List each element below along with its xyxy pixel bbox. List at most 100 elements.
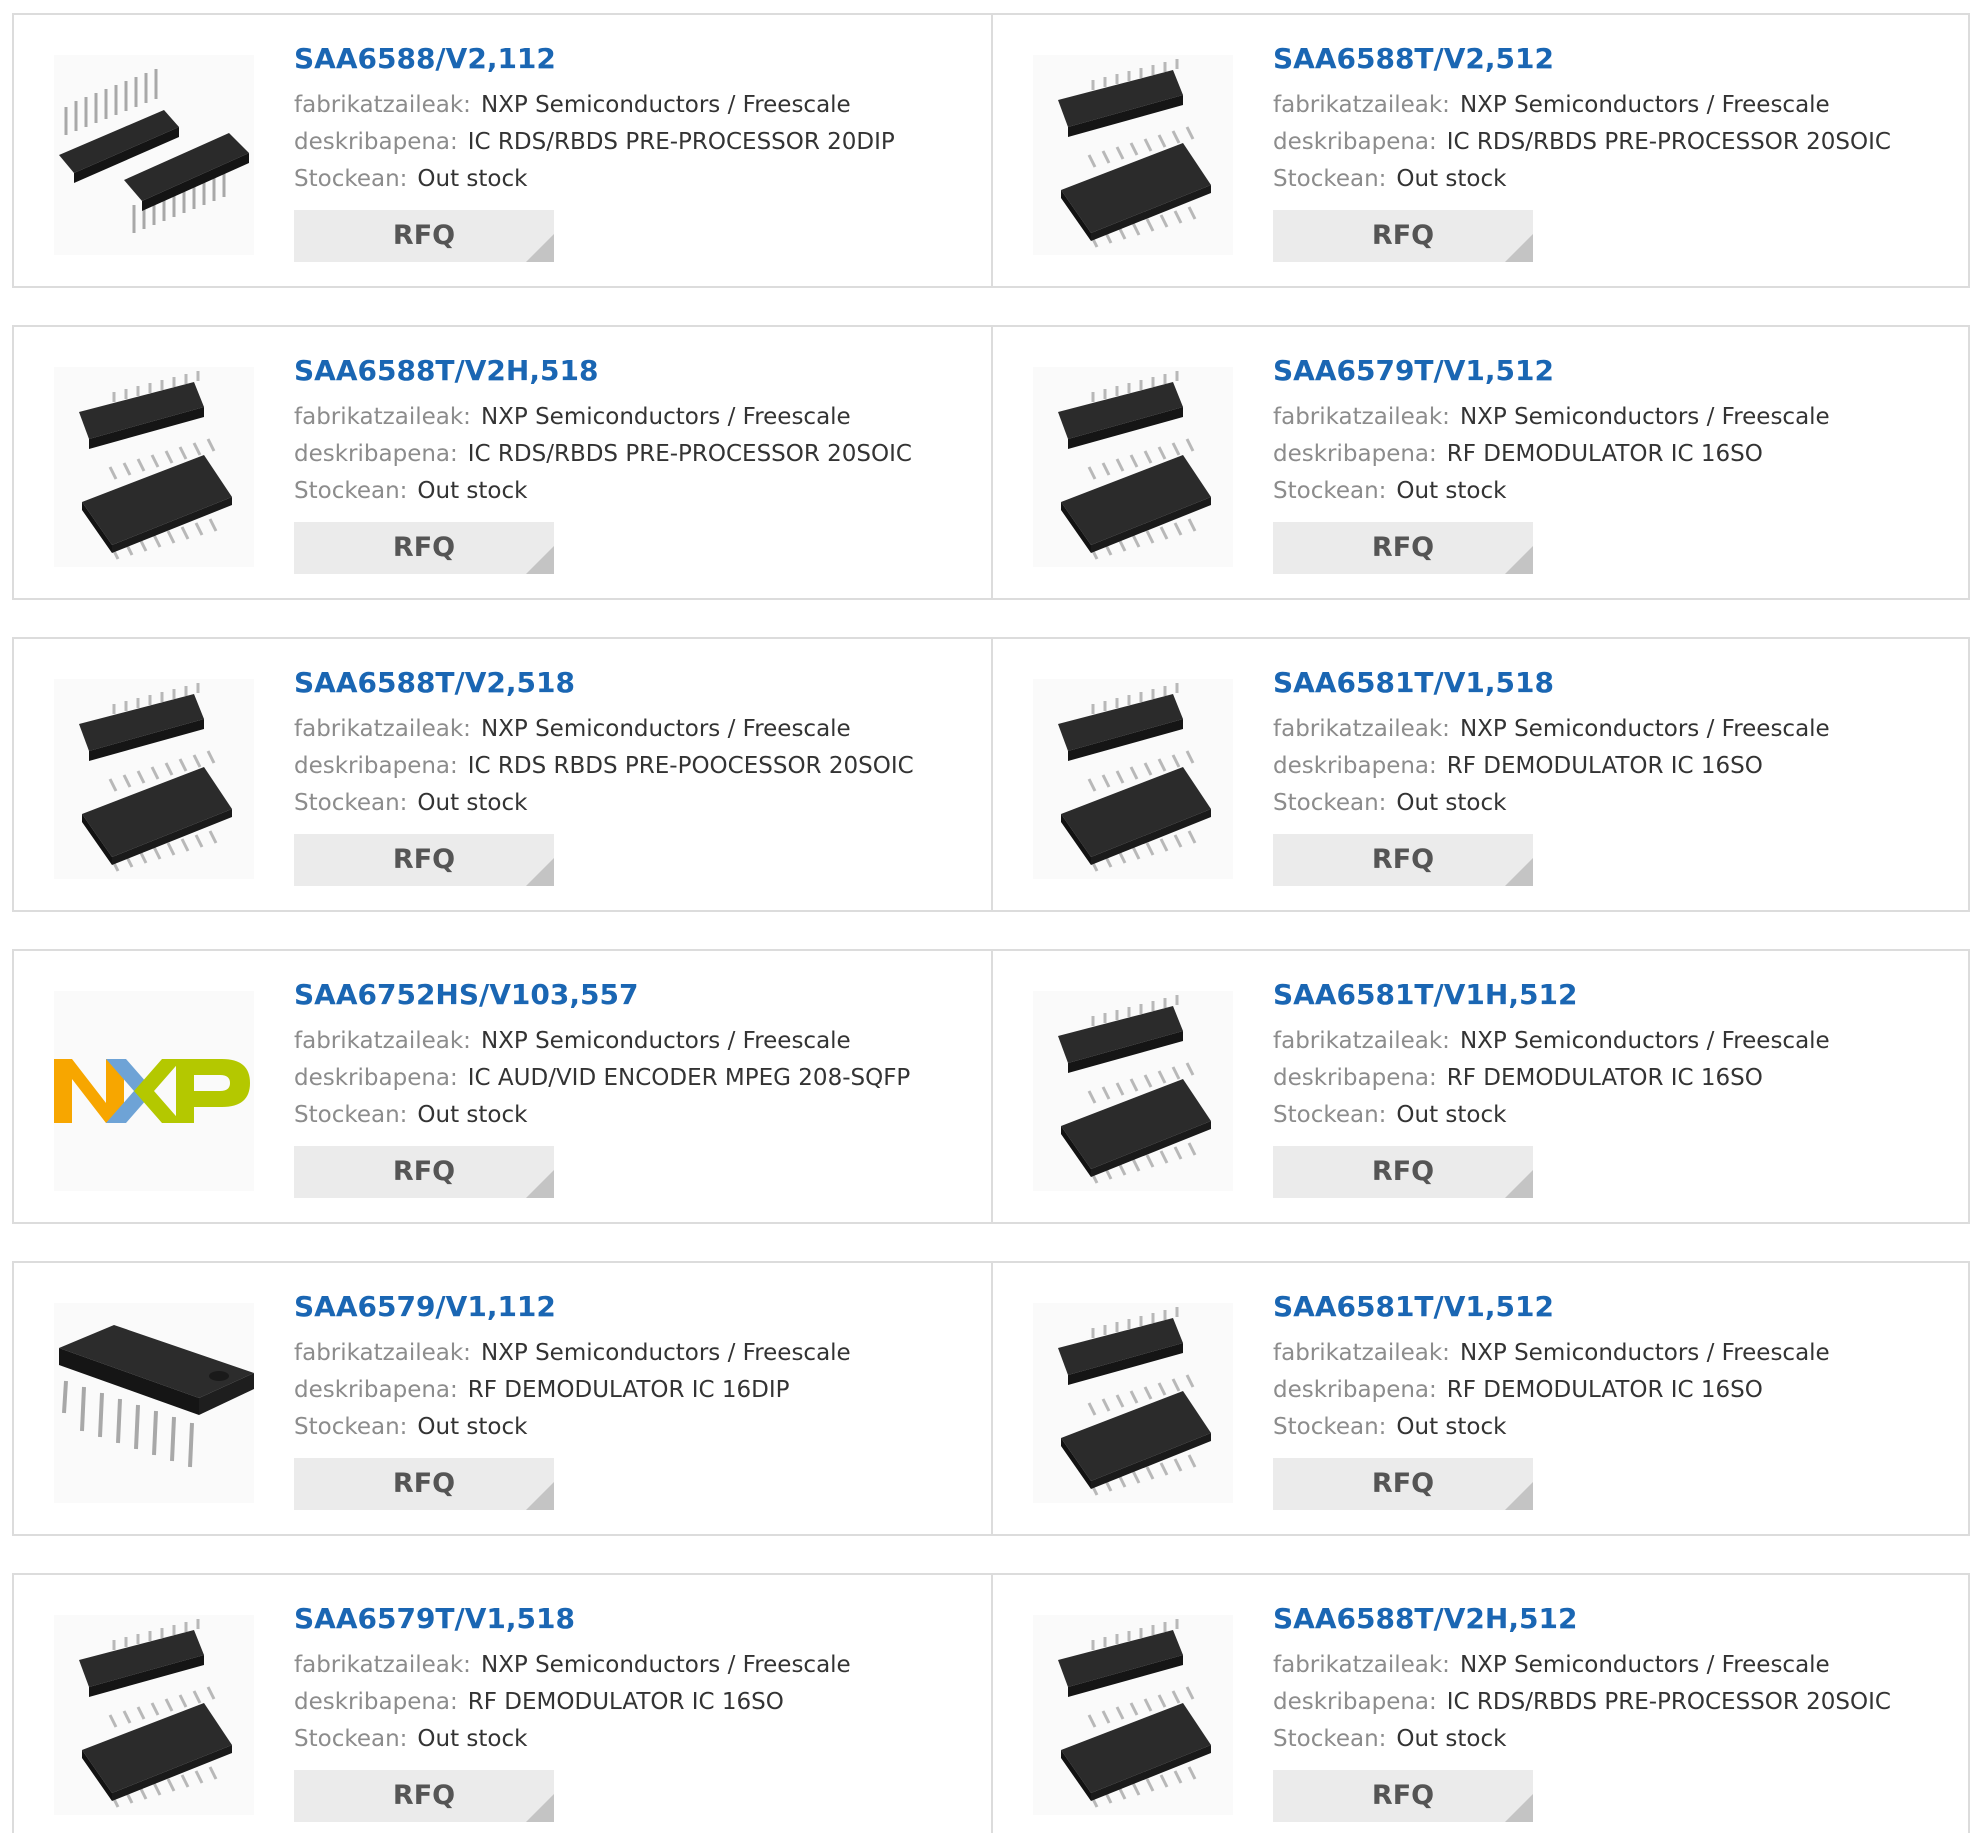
product-image[interactable] (54, 991, 254, 1191)
description-row: deskribapena: IC RDS/RBDS PRE-PROCESSOR 2… (1273, 124, 1891, 161)
description-label: deskribapena: (1273, 1689, 1437, 1715)
manufacturer-value: NXP Semiconductors / Freescale (1459, 404, 1830, 430)
product-image[interactable] (1033, 991, 1233, 1191)
stock-value: Out stock (417, 790, 528, 816)
product-image[interactable] (54, 679, 254, 879)
description-label: deskribapena: (294, 1689, 458, 1715)
product-info: SAA6588T/V2H,512 fabrikatzaileak: NXP Semi… (1273, 1601, 1891, 1822)
product-image[interactable] (1033, 1303, 1233, 1503)
manufacturer-value: NXP Semiconductors / Freescale (480, 1340, 851, 1366)
stock-row: Stockean: Out stock (294, 1409, 851, 1446)
product-image[interactable] (1033, 367, 1233, 567)
part-number-link[interactable]: SAA6588T/V2H,512 (1273, 1601, 1891, 1637)
product-image[interactable] (54, 1303, 254, 1503)
rfq-label: RFQ (1371, 220, 1435, 251)
stock-value: Out stock (1396, 166, 1507, 192)
part-number-link[interactable]: SAA6581T/V1H,512 (1273, 977, 1830, 1013)
stock-row: Stockean: Out stock (294, 1721, 851, 1758)
manufacturer-label: fabrikatzaileak: (294, 404, 471, 430)
stock-label: Stockean: (294, 1726, 408, 1752)
stock-row: Stockean: Out stock (1273, 1721, 1891, 1758)
part-number-link[interactable]: SAA6581T/V1,518 (1273, 665, 1830, 701)
manufacturer-value: NXP Semiconductors / Freescale (1459, 1028, 1830, 1054)
manufacturer-label: fabrikatzaileak: (1273, 92, 1450, 118)
description-row: deskribapena: RF DEMODULATOR IC 16SO (1273, 1060, 1830, 1097)
rfq-button[interactable]: RFQ (1273, 1146, 1533, 1198)
manufacturer-row: fabrikatzaileak: NXP Semiconductors / Fre… (1273, 711, 1830, 748)
description-label: deskribapena: (1273, 441, 1437, 467)
rfq-button[interactable]: RFQ (294, 834, 554, 886)
part-number-link[interactable]: SAA6588T/V2H,518 (294, 353, 912, 389)
part-number-link[interactable]: SAA6752HS/V103,557 (294, 977, 910, 1013)
manufacturer-row: fabrikatzaileak: NXP Semiconductors / Fre… (294, 1647, 851, 1684)
stock-label: Stockean: (294, 478, 408, 504)
rfq-button[interactable]: RFQ (294, 210, 554, 262)
rfq-button[interactable]: RFQ (1273, 1458, 1533, 1510)
rfq-label: RFQ (392, 1780, 456, 1811)
product-info: SAA6752HS/V103,557 fabrikatzaileak: NXP Se… (294, 977, 910, 1198)
product-image[interactable] (1033, 1615, 1233, 1815)
stock-label: Stockean: (1273, 790, 1387, 816)
product-info: SAA6588T/V2,512 fabrikatzaileak: NXP Semic… (1273, 41, 1891, 262)
product-image[interactable] (54, 367, 254, 567)
part-number-link[interactable]: SAA6588T/V2,518 (294, 665, 914, 701)
rfq-button[interactable]: RFQ (294, 1458, 554, 1510)
product-card: SAA6579/V1,112 fabrikatzaileak: NXP Semico… (14, 1263, 991, 1534)
rfq-label: RFQ (1371, 1780, 1435, 1811)
part-number-link[interactable]: SAA6579T/V1,518 (294, 1601, 851, 1637)
part-number-link[interactable]: SAA6581T/V1,512 (1273, 1289, 1830, 1325)
product-image[interactable] (1033, 55, 1233, 255)
chip-icon (1058, 59, 1211, 248)
manufacturer-label: fabrikatzaileak: (1273, 1652, 1450, 1678)
rfq-button[interactable]: RFQ (1273, 522, 1533, 574)
description-value: RF DEMODULATOR IC 16SO (1446, 1065, 1763, 1091)
description-row: deskribapena: IC RDS/RBDS PRE-PROCESSOR 2… (294, 124, 895, 161)
stock-value: Out stock (417, 1102, 528, 1128)
product-card: SAA6588/V2,112 fabrikatzaileak: NXP Semico… (14, 15, 991, 286)
rfq-button[interactable]: RFQ (294, 522, 554, 574)
stock-row: Stockean: Out stock (1273, 1097, 1830, 1134)
product-info: SAA6588T/V2H,518 fabrikatzaileak: NXP Semi… (294, 353, 912, 574)
stock-label: Stockean: (294, 1102, 408, 1128)
manufacturer-value: NXP Semiconductors / Freescale (1459, 1652, 1830, 1678)
description-row: deskribapena: IC RDS RBDS PRE-POOCESSOR 2… (294, 748, 914, 785)
part-number-link[interactable]: SAA6588T/V2,512 (1273, 41, 1891, 77)
product-image[interactable] (54, 55, 254, 255)
stock-row: Stockean: Out stock (1273, 1409, 1830, 1446)
rfq-label: RFQ (1371, 1156, 1435, 1187)
stock-row: Stockean: Out stock (294, 473, 912, 510)
corner-triangle-icon (1505, 1794, 1533, 1822)
product-image[interactable] (1033, 679, 1233, 879)
rfq-button[interactable]: RFQ (1273, 834, 1533, 886)
chip-icon (59, 1325, 254, 1468)
part-number-link[interactable]: SAA6579T/V1,512 (1273, 353, 1830, 389)
product-image[interactable] (54, 1615, 254, 1815)
stock-value: Out stock (1396, 1726, 1507, 1752)
manufacturer-label: fabrikatzaileak: (294, 92, 471, 118)
manufacturer-label: fabrikatzaileak: (1273, 1028, 1450, 1054)
corner-triangle-icon (526, 1482, 554, 1510)
manufacturer-label: fabrikatzaileak: (1273, 404, 1450, 430)
product-card: SAA6588T/V2,512 fabrikatzaileak: NXP Semic… (991, 15, 1968, 286)
stock-value: Out stock (417, 1726, 528, 1752)
description-value: RF DEMODULATOR IC 16SO (1446, 753, 1763, 779)
rfq-label: RFQ (1371, 844, 1435, 875)
rfq-button[interactable]: RFQ (294, 1146, 554, 1198)
manufacturer-row: fabrikatzaileak: NXP Semiconductors / Fre… (1273, 1335, 1830, 1372)
rfq-button[interactable]: RFQ (1273, 210, 1533, 262)
stock-value: Out stock (1396, 1414, 1507, 1440)
chip-icon (79, 1619, 232, 1808)
manufacturer-row: fabrikatzaileak: NXP Semiconductors / Fre… (294, 1023, 910, 1060)
part-number-link[interactable]: SAA6588/V2,112 (294, 41, 895, 77)
stock-label: Stockean: (1273, 166, 1387, 192)
manufacturer-value: NXP Semiconductors / Freescale (480, 404, 851, 430)
manufacturer-label: fabrikatzaileak: (294, 1652, 471, 1678)
rfq-button[interactable]: RFQ (294, 1770, 554, 1822)
rfq-button[interactable]: RFQ (1273, 1770, 1533, 1822)
description-value: IC RDS/RBDS PRE-PROCESSOR 20SOIC (1446, 1689, 1891, 1715)
description-label: deskribapena: (294, 1377, 458, 1403)
description-value: IC RDS RBDS PRE-POOCESSOR 20SOIC (467, 753, 914, 779)
chip-icon (59, 69, 249, 233)
description-row: deskribapena: RF DEMODULATOR IC 16SO (1273, 1372, 1830, 1409)
part-number-link[interactable]: SAA6579/V1,112 (294, 1289, 851, 1325)
